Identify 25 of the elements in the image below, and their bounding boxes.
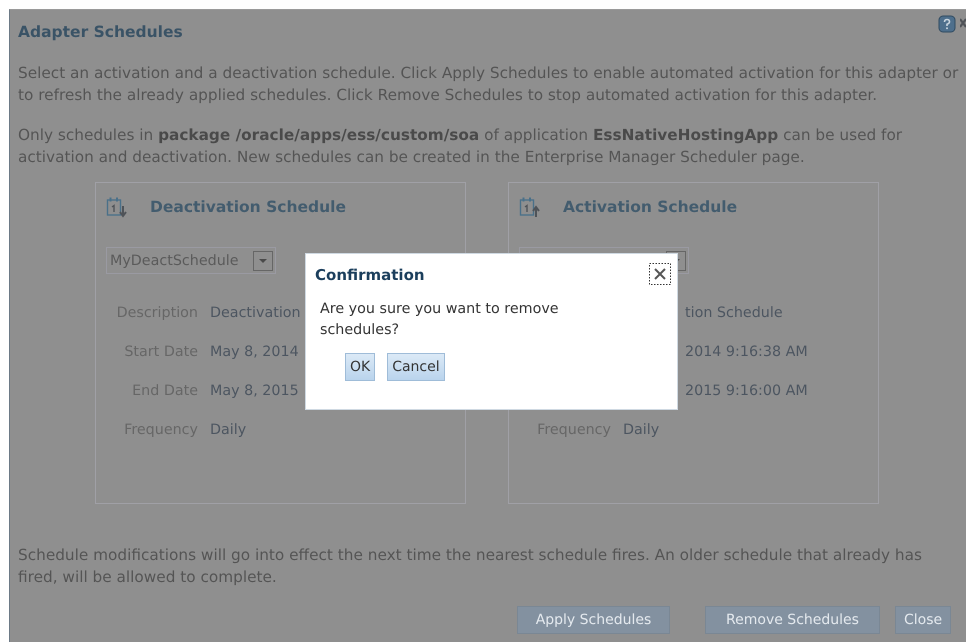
dialog-button[interactable]: OK — [345, 353, 376, 381]
window-title: Adapter Schedules — [18, 23, 183, 41]
dialog-title: Confirmation — [315, 266, 425, 284]
instruction-text: Select an activation and a deactivation schedule. Click Apply Schedules to enable automated activation for this adapter or to refresh the already applied schedules. Click Remove Schedules to stop automated activation for this adapter. — [18, 63, 960, 106]
calendar-up-arrow-icon — [519, 196, 541, 218]
help-icon[interactable] — [938, 15, 956, 33]
dialog-message: Are you sure you want to remove schedules? — [320, 300, 560, 340]
action-button[interactable]: Remove Schedules — [705, 606, 880, 634]
panel-title: Activation Schedule — [563, 198, 738, 216]
field-value: Daily — [210, 422, 246, 438]
panel-title: Deactivation Schedule — [150, 198, 346, 216]
note-text: Schedule modifications will go into effect the next time the nearest schedule fires. An older schedule that already has fired, will be allowed to complete. — [18, 545, 923, 588]
field-value: 2015 9:16:00 AM — [685, 382, 808, 398]
action-button[interactable]: Apply Schedules — [517, 606, 670, 634]
close-icon[interactable] — [649, 263, 671, 285]
field-value: 2014 9:16:38 AM — [685, 344, 808, 360]
action-button[interactable]: Close — [895, 606, 952, 634]
instruction-text: Only schedules in package /oracle/apps/ess/custom/soa of application EssNativeHostingApp can be used for activation and deactivation. New schedules can be created in the Enterprise Manager Scheduler page. — [18, 125, 904, 168]
field-value: May 8, 2014 — [210, 344, 299, 360]
field-value: Daily — [623, 422, 660, 438]
field-value: May 8, 2015 — [210, 382, 299, 398]
dialog-button[interactable]: Cancel — [387, 353, 445, 381]
field-value: Deactivation — [210, 304, 301, 320]
calendar-down-arrow-icon — [106, 196, 128, 218]
field-value: tion Schedule — [685, 304, 783, 320]
